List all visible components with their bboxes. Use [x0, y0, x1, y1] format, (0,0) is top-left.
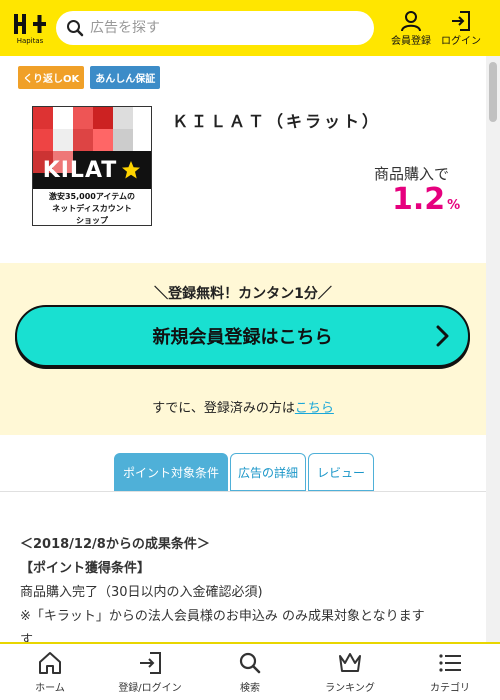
header-bar: Hapitas 会員登録 ログイン	[0, 0, 500, 56]
badge-repeat-ok: くり返しOK	[18, 66, 85, 89]
product-image[interactable]: KILAT 激安35,000アイテムの ネットディスカウント ショップ	[32, 106, 152, 226]
hapitas-logo-icon	[14, 13, 46, 34]
nav-home[interactable]: ホーム	[0, 644, 100, 700]
reward-value: 1.2	[392, 182, 446, 217]
reward-unit: %	[447, 198, 461, 213]
reward-label: 商品購入で	[374, 165, 450, 183]
conditions-note-text: ※「キラット」からの法人会員様のお申込み のみ成果対象となります	[20, 609, 425, 624]
home-icon	[39, 651, 61, 674]
signup-button[interactable]: 新規会員登録はこちら	[15, 305, 470, 367]
tab-ad-details[interactable]: 広告の詳細	[230, 453, 306, 491]
crown-icon	[339, 652, 361, 672]
product-image-brand-text: KILAT	[42, 157, 118, 183]
reward-rate: 1.2 %	[392, 182, 460, 217]
conditions-content: ＜2018/12/8からの成果条件＞ 【ポイント獲得条件】 商品購入完了（30日…	[20, 533, 480, 653]
login-link[interactable]: こちら	[295, 401, 334, 416]
page-scrollbar[interactable]	[486, 56, 500, 642]
signup-section: ＼登録無料！カンタン1分／ 新規会員登録はこちら すでに、登録済みの方はこちら	[0, 263, 486, 435]
product-title: ＫＩＬＡＴ（キラット）	[172, 112, 382, 131]
bottom-nav: ホーム 登録/ログイン 検索 ランキング カテゴリ	[0, 642, 500, 700]
search-icon	[67, 20, 84, 37]
signup-tagline: ＼登録無料！カンタン1分／	[154, 286, 332, 302]
conditions-purchase-text: 商品購入完了（30日以内の入金確認必須)	[20, 585, 263, 600]
badge-list: くり返しOK あんしん保証	[18, 66, 161, 89]
badge-guarantee: あんしん保証	[90, 66, 161, 89]
register-button[interactable]: 会員登録	[390, 4, 432, 52]
signup-button-label: 新規会員登録はこちら	[152, 327, 333, 348]
tab-bar: ポイント対象条件 広告の詳細 レビュー	[114, 453, 374, 491]
nav-ranking[interactable]: ランキング	[300, 644, 400, 700]
list-icon	[439, 653, 461, 672]
login-icon	[452, 10, 470, 31]
search-icon	[239, 652, 261, 673]
product-image-tagline: 激安35,000アイテムの ネットディスカウント ショップ	[33, 189, 151, 225]
login-label: ログイン	[441, 35, 481, 47]
nav-category[interactable]: カテゴリ	[400, 644, 500, 700]
product-image-collage	[33, 107, 151, 173]
nav-login[interactable]: 登録/ログイン	[100, 644, 200, 700]
logo-text: Hapitas	[16, 36, 44, 45]
chevron-right-icon	[436, 325, 449, 347]
login-icon	[140, 651, 161, 674]
product-image-brand: KILAT	[33, 151, 151, 189]
login-button[interactable]: ログイン	[438, 4, 484, 52]
hapitas-logo[interactable]: Hapitas	[8, 6, 52, 50]
search-box[interactable]	[56, 11, 374, 45]
tab-reviews[interactable]: レビュー	[308, 453, 374, 491]
tab-point-conditions[interactable]: ポイント対象条件	[114, 453, 228, 491]
search-input[interactable]	[90, 20, 350, 36]
tab-divider	[0, 491, 486, 492]
nav-search[interactable]: 検索	[200, 644, 300, 700]
user-icon	[401, 10, 421, 31]
conditions-date-heading: ＜2018/12/8からの成果条件＞	[20, 537, 210, 552]
scrollbar-thumb[interactable]	[489, 62, 497, 122]
register-label: 会員登録	[391, 35, 431, 47]
star-icon	[122, 161, 141, 179]
already-registered-text: すでに、登録済みの方はこちら	[152, 401, 334, 416]
conditions-point-heading: 【ポイント獲得条件】	[20, 561, 151, 576]
